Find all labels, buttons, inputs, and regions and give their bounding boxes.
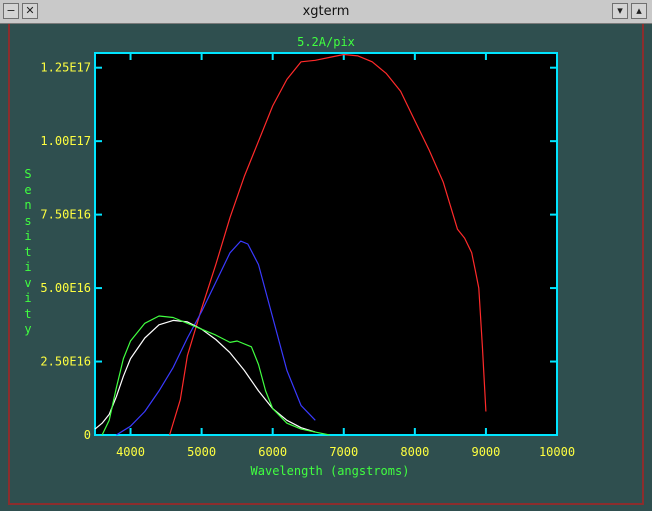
x-tick-label: 9000 bbox=[471, 445, 500, 459]
x-tick-label: 7000 bbox=[329, 445, 358, 459]
x-tick-label: 6000 bbox=[258, 445, 287, 459]
y-tick-label: 2.50E16 bbox=[40, 355, 91, 369]
y-tick-label: 7.50E16 bbox=[40, 208, 91, 222]
chart-title: 5.2A/pix bbox=[297, 35, 355, 49]
y-tick-label: 1.00E17 bbox=[40, 134, 91, 148]
y-axis-title: Sensitivity bbox=[24, 167, 32, 336]
sensitivity-plot: 5.2A/pix Wavelength (angstroms) 4000 5000… bbox=[40, 35, 575, 478]
y-tick-label: 0 bbox=[84, 428, 91, 442]
y-tick-label: 5.00E16 bbox=[40, 281, 91, 295]
xgterm-window: − ✕ xgterm ▾ ▴ 5.2A/pix Wavelength (angs… bbox=[0, 0, 652, 511]
x-axis-title: Wavelength (angstroms) bbox=[251, 464, 410, 478]
x-tick-label: 10000 bbox=[539, 445, 575, 459]
x-tick-label: 8000 bbox=[400, 445, 429, 459]
y-tick-label: 1.25E17 bbox=[40, 61, 91, 75]
x-tick-label: 4000 bbox=[116, 445, 145, 459]
plot-area bbox=[94, 52, 558, 436]
x-tick-label: 5000 bbox=[187, 445, 216, 459]
